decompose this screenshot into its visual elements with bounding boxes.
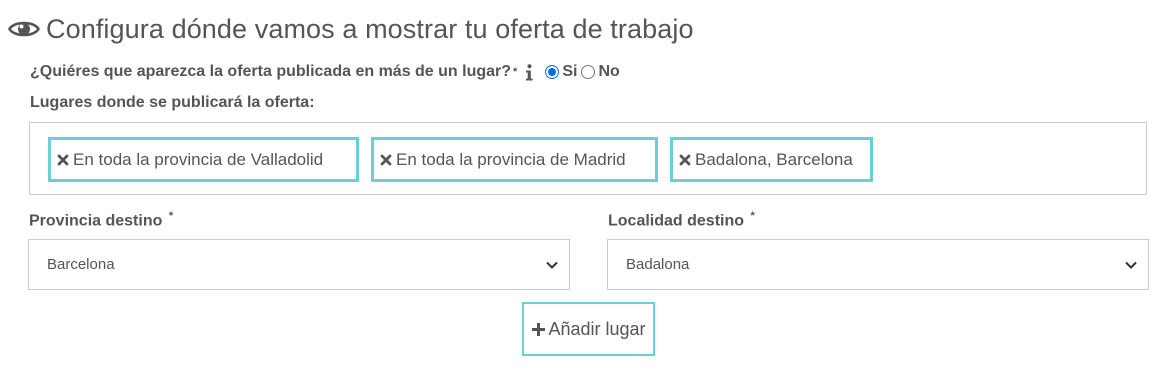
info-icon[interactable] bbox=[525, 63, 535, 81]
localidad-select[interactable]: Badalona bbox=[607, 239, 1149, 290]
tag-label: Badalona, Barcelona bbox=[695, 149, 853, 169]
remove-icon[interactable] bbox=[380, 154, 392, 166]
required-mark: * bbox=[513, 66, 518, 78]
plus-icon bbox=[531, 322, 546, 337]
section-title: Configura dónde vamos a mostrar tu ofert… bbox=[46, 13, 694, 44]
required-mark: * bbox=[168, 210, 174, 222]
add-place-button[interactable]: Añadir lugar bbox=[522, 302, 655, 356]
localidad-label-text: Localidad destino bbox=[608, 212, 745, 230]
radio-si-circle[interactable] bbox=[545, 65, 560, 79]
localidad-label: Localidad destino * bbox=[608, 210, 755, 230]
radio-si-label: Si bbox=[562, 63, 578, 80]
multi-location-question: ¿Quiéres que aparezca la oferta publicad… bbox=[30, 60, 624, 84]
provincia-value: Barcelona bbox=[47, 256, 115, 273]
provincia-label-text: Provincia destino bbox=[29, 212, 163, 230]
localidad-value: Badalona bbox=[626, 256, 690, 273]
remove-icon[interactable] bbox=[679, 154, 691, 166]
tag-label: En toda la provincia de Valladolid bbox=[73, 149, 324, 169]
tag-badalona[interactable]: Badalona, Barcelona bbox=[670, 137, 873, 182]
tag-label: En toda la provincia de Madrid bbox=[396, 149, 626, 169]
radio-si[interactable]: Si bbox=[545, 63, 577, 81]
remove-icon[interactable] bbox=[57, 154, 69, 166]
tag-madrid[interactable]: En toda la provincia de Madrid bbox=[371, 137, 658, 182]
section-header: Configura dónde vamos a mostrar tu ofert… bbox=[8, 10, 694, 48]
radio-no-circle[interactable] bbox=[581, 65, 596, 79]
chevron-down-icon bbox=[1124, 260, 1138, 270]
radio-no[interactable]: No bbox=[581, 63, 620, 81]
places-label: Lugares donde se publicará la oferta: bbox=[30, 94, 315, 111]
provincia-select[interactable]: Barcelona bbox=[28, 239, 570, 290]
chevron-down-icon bbox=[545, 260, 559, 270]
provincia-label: Provincia destino * bbox=[29, 210, 173, 230]
eye-icon bbox=[8, 13, 40, 45]
radio-no-label: No bbox=[598, 63, 620, 80]
question-text: ¿Quiéres que aparezca la oferta publicad… bbox=[30, 63, 512, 80]
add-place-label: Añadir lugar bbox=[548, 318, 646, 339]
required-mark: * bbox=[750, 210, 755, 222]
places-tag-container: En toda la provincia de Valladolid En to… bbox=[29, 122, 1147, 195]
tag-valladolid[interactable]: En toda la provincia de Valladolid bbox=[48, 137, 359, 182]
